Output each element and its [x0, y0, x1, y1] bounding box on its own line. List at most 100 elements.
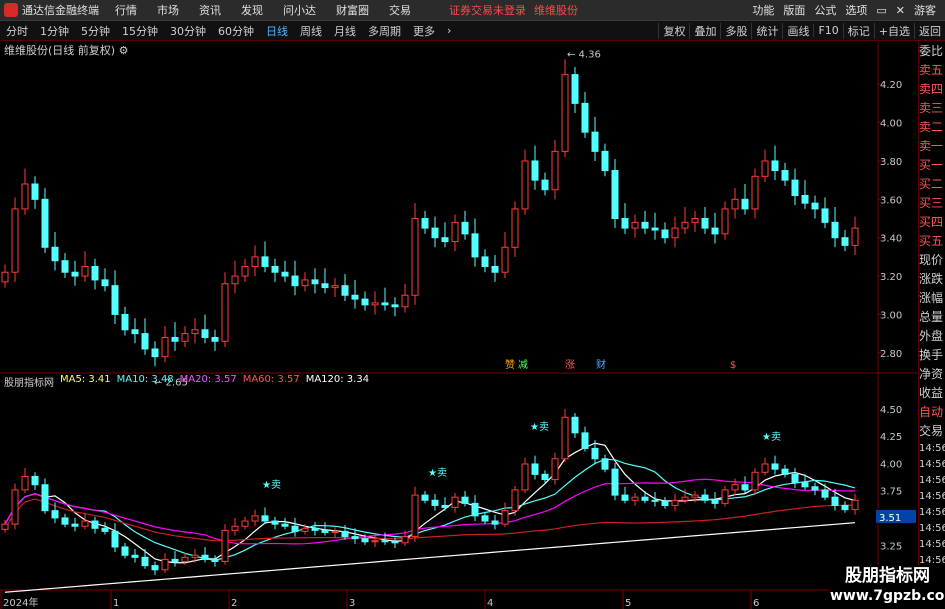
tool-mark[interactable]: 标记 [842, 22, 874, 39]
candle-body [541, 179, 549, 191]
candle-body [411, 218, 419, 296]
ma5-value: MA5: 3.41 [60, 374, 111, 385]
candle-body [351, 294, 359, 300]
candle-body [571, 74, 579, 104]
tf-5min[interactable]: 5分钟 [79, 23, 112, 39]
tf-multi[interactable]: 多周期 [366, 23, 403, 39]
candle-body [21, 183, 29, 210]
candle-body [741, 198, 749, 210]
menu-function[interactable]: 功能 [752, 2, 774, 18]
ind-candle-body [451, 496, 459, 509]
indicator-candles [1, 409, 859, 575]
candle-body [141, 333, 149, 350]
tool-draw[interactable]: 画线 [782, 22, 813, 39]
candle-body [301, 279, 309, 287]
ind-candle-body [761, 463, 769, 473]
candle-body [431, 227, 439, 239]
tool-multi[interactable]: 多股 [720, 22, 751, 39]
xtick-label: 5 [625, 598, 631, 609]
chart-tools: 复权 叠加 多股 统计 画线 F10 标记 +自选 返回 [658, 21, 945, 40]
menu-ask[interactable]: 问小达 [283, 2, 316, 18]
candle-body [781, 170, 789, 181]
candle-body [171, 336, 179, 342]
sb-time-5: 14:56 [919, 523, 945, 534]
ind-candle-body [431, 499, 439, 506]
sb-6: 买一 [919, 158, 944, 172]
menu-discover[interactable]: 发现 [241, 2, 263, 18]
xtick-label: 2 [231, 598, 237, 609]
menu-wealth[interactable]: 财富圈 [336, 2, 369, 18]
tf-monthly[interactable]: 月线 [332, 23, 358, 39]
candle-body [161, 336, 169, 358]
ind-ytick-label: 3.75 [880, 487, 902, 498]
tf-60min[interactable]: 60分钟 [216, 23, 256, 39]
sb-4: 卖二 [919, 120, 944, 134]
ind-candle-body [371, 540, 379, 543]
kline-chart[interactable]: 4.20 4.00 3.80 3.60 3.40 3.20 3.00 2.80 4.50 4.25… [0, 42, 918, 609]
candle-body [531, 160, 539, 181]
tool-f10[interactable]: F10 [813, 24, 842, 37]
ind-ytick-label: 4.25 [880, 432, 902, 443]
candle-body [661, 229, 669, 239]
ind-candle-body [691, 494, 699, 498]
indicator-title: 股朋指标网 MA5: 3.41 MA10: 3.48 MA20: 3.57 MA… [4, 374, 369, 389]
ind-candle-body [491, 520, 499, 525]
ytick-label: 3.20 [880, 272, 902, 283]
ind-candle-body [21, 475, 29, 491]
tf-daily[interactable]: 日线 [264, 23, 290, 39]
candle-body [651, 227, 659, 231]
ind-candle-body [801, 482, 809, 488]
candle-body [681, 221, 689, 229]
tool-stats[interactable]: 统计 [751, 22, 782, 39]
ind-candle-body [81, 520, 89, 527]
sb-20[interactable]: 交易 [919, 422, 945, 441]
ind-candle-body [251, 515, 259, 522]
candle-body [561, 74, 569, 152]
indicator-name: 股朋指标网 [4, 378, 54, 389]
candle-body [261, 256, 269, 267]
sell-signal: ★卖 [262, 479, 281, 491]
close-icon[interactable]: ✕ [896, 4, 905, 17]
tool-add-watch[interactable]: +自选 [873, 22, 914, 39]
ind-candle-body [41, 484, 49, 512]
chevron-right-icon[interactable]: › [445, 24, 453, 37]
tool-overlay[interactable]: 叠加 [689, 22, 720, 39]
ind-candle-body [91, 520, 99, 529]
candle-body [621, 218, 629, 229]
ma-lines [4, 442, 856, 593]
tf-1min[interactable]: 1分钟 [38, 23, 71, 39]
minimize-icon[interactable]: ▭ [876, 4, 886, 17]
candle-body [381, 302, 389, 306]
tf-more[interactable]: 更多 [411, 23, 437, 39]
menu-trade[interactable]: 交易 [389, 2, 411, 18]
ind-candle-body [221, 529, 229, 562]
candle-body [631, 221, 639, 229]
sb-10: 买五 [919, 234, 944, 248]
event-label: 涨 [565, 359, 575, 371]
tf-30min[interactable]: 30分钟 [168, 23, 208, 39]
ind-candle-body [291, 525, 299, 532]
menu-news[interactable]: 资讯 [199, 2, 221, 18]
menu-options[interactable]: 选项 [845, 2, 867, 18]
menu-formula[interactable]: 公式 [814, 2, 836, 18]
candle-body [671, 227, 679, 239]
menu-market[interactable]: 市场 [157, 2, 179, 18]
tool-back[interactable]: 返回 [914, 22, 945, 39]
sb-time-3: 14:56 [919, 491, 945, 502]
ind-candle-body [501, 510, 509, 525]
tf-15min[interactable]: 15分钟 [120, 23, 160, 39]
ind-candle-body [711, 499, 719, 504]
candle-body [51, 246, 59, 262]
menu-quotes[interactable]: 行情 [115, 2, 137, 18]
guest-label[interactable]: 游客 [914, 2, 936, 18]
sb-19[interactable]: 自动 [919, 403, 945, 422]
tf-weekly[interactable]: 周线 [298, 23, 324, 39]
tool-adjust[interactable]: 复权 [658, 22, 689, 39]
sb-9: 买四 [919, 215, 944, 229]
candle-body [611, 170, 619, 220]
sb-time-4: 14:56 [919, 507, 945, 518]
candle-body [221, 283, 229, 342]
menu-layout[interactable]: 版面 [783, 2, 805, 18]
tf-intraday[interactable]: 分时 [4, 23, 30, 39]
ind-candle-body [721, 489, 729, 504]
